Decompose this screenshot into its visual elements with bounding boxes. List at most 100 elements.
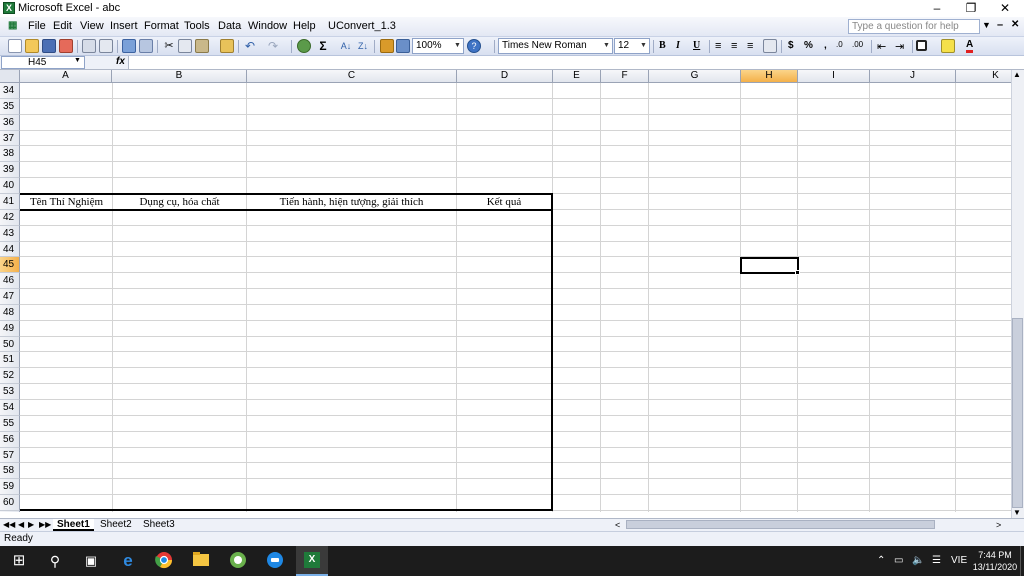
column-header-f[interactable]: F <box>601 70 649 83</box>
row-header[interactable]: 45 <box>0 257 20 273</box>
row-header[interactable]: 59 <box>0 479 20 495</box>
row-header[interactable]: 55 <box>0 416 20 432</box>
comma-button[interactable]: , <box>824 40 827 51</box>
menu-window[interactable]: Window <box>246 20 289 32</box>
fill-color-icon[interactable] <box>941 39 955 53</box>
row-header[interactable]: 61 <box>0 511 20 512</box>
row-header[interactable]: 57 <box>0 448 20 463</box>
app-green-icon[interactable] <box>227 551 249 571</box>
drawing-icon[interactable] <box>396 39 410 53</box>
open-icon[interactable] <box>25 39 39 53</box>
name-box-dropdown-icon[interactable]: ▼ <box>74 57 81 64</box>
row-header[interactable]: 35 <box>0 99 20 115</box>
close-button[interactable]: ✕ <box>988 0 1022 17</box>
row-header[interactable]: 34 <box>0 83 20 99</box>
horizontal-scroll-thumb[interactable] <box>626 520 935 529</box>
windows-start-icon[interactable]: ⊞ <box>8 551 30 571</box>
menu-uconvert[interactable]: UConvert_1.3 <box>326 20 398 32</box>
zalo-icon[interactable] <box>264 551 286 571</box>
workbook-minimize-button[interactable]: – <box>997 19 1003 31</box>
copy-icon[interactable] <box>178 39 192 53</box>
search-icon[interactable]: ⚲ <box>44 551 66 571</box>
row-header[interactable]: 46 <box>0 273 20 289</box>
help-icon[interactable]: ? <box>467 39 481 53</box>
borders-icon[interactable] <box>916 40 927 51</box>
underline-button[interactable]: U <box>693 40 700 51</box>
row-header[interactable]: 51 <box>0 352 20 368</box>
menu-data[interactable]: Data <box>216 20 243 32</box>
column-header-j[interactable]: J <box>870 70 956 83</box>
excel-taskbar-button[interactable]: X <box>296 546 328 576</box>
scroll-down-icon[interactable]: ▼ <box>1013 508 1021 517</box>
column-header-k[interactable]: K <box>956 70 1011 83</box>
function-icon[interactable]: fx <box>116 56 125 67</box>
cut-icon[interactable]: ✂ <box>162 39 176 53</box>
file-explorer-icon[interactable] <box>190 551 212 571</box>
cell-d41[interactable]: Kết quả <box>457 195 551 210</box>
chrome-icon[interactable] <box>153 551 175 571</box>
column-header-g[interactable]: G <box>649 70 741 83</box>
workbook-icon[interactable]: ▦ <box>6 20 19 31</box>
row-header[interactable]: 36 <box>0 115 20 131</box>
name-box[interactable]: H45 <box>1 56 85 69</box>
tab-sheet3[interactable]: Sheet3 <box>139 519 179 531</box>
menu-edit[interactable]: Edit <box>51 20 74 32</box>
row-header[interactable]: 50 <box>0 337 20 352</box>
autosum-icon[interactable]: Σ <box>316 39 330 53</box>
column-header-a[interactable]: A <box>20 70 112 83</box>
first-sheet-icon[interactable]: ◀◀ <box>3 519 15 531</box>
scroll-up-icon[interactable]: ▲ <box>1013 70 1021 79</box>
row-header[interactable]: 38 <box>0 146 20 162</box>
tab-sheet1[interactable]: Sheet1 <box>53 519 94 531</box>
font-name-select[interactable]: Times New Roman ▼ <box>498 38 613 54</box>
format-painter-icon[interactable] <box>220 39 234 53</box>
scroll-right-icon[interactable]: > <box>996 519 1001 531</box>
zoom-select[interactable]: 100% ▼ <box>412 38 464 54</box>
row-header[interactable]: 54 <box>0 400 20 416</box>
scroll-left-icon[interactable]: < <box>615 519 620 531</box>
row-header[interactable]: 60 <box>0 495 20 511</box>
row-header[interactable]: 56 <box>0 432 20 448</box>
align-right-icon[interactable]: ≡ <box>747 40 753 52</box>
row-header[interactable]: 44 <box>0 242 20 257</box>
cell-a41[interactable]: Tên Thí Nghiệm <box>21 195 112 210</box>
workbook-close-button[interactable]: ✕ <box>1011 19 1019 30</box>
formula-input[interactable] <box>128 56 1024 69</box>
active-cell-h45[interactable] <box>740 257 800 275</box>
row-header[interactable]: 40 <box>0 178 20 194</box>
row-header[interactable]: 52 <box>0 368 20 384</box>
tab-sheet2[interactable]: Sheet2 <box>96 519 136 531</box>
undo-icon[interactable]: ↶ <box>243 39 257 53</box>
column-header-h[interactable]: H <box>741 70 798 83</box>
select-all-button[interactable] <box>0 70 20 83</box>
excel-icon[interactable]: X <box>3 2 15 14</box>
help-search-input[interactable]: Type a question for help <box>848 19 980 34</box>
row-header[interactable]: 47 <box>0 289 20 305</box>
font-color-icon[interactable]: A <box>966 40 974 53</box>
paste-icon[interactable] <box>195 39 209 53</box>
task-view-icon[interactable]: ▣ <box>80 551 102 571</box>
align-center-icon[interactable]: ≡ <box>731 40 737 52</box>
research-icon[interactable] <box>139 39 153 53</box>
align-left-icon[interactable]: ≡ <box>715 40 721 52</box>
minimize-button[interactable]: – <box>920 0 954 17</box>
sort-ascending-icon[interactable]: A↓ <box>339 39 353 53</box>
help-dropdown-icon[interactable]: ▼ <box>982 20 991 30</box>
redo-icon[interactable]: ↷ <box>266 39 280 53</box>
next-sheet-icon[interactable]: ▶ <box>28 519 34 531</box>
row-header[interactable]: 58 <box>0 463 20 479</box>
restore-button[interactable]: ❐ <box>954 0 988 17</box>
print-icon[interactable] <box>82 39 96 53</box>
vertical-scroll-thumb[interactable] <box>1012 318 1023 508</box>
cell-c41[interactable]: Tiến hành, hiện tượng, giải thích <box>247 195 456 210</box>
row-header[interactable]: 41 <box>0 194 20 210</box>
show-desktop-button[interactable] <box>1020 546 1024 576</box>
column-header-c[interactable]: C <box>247 70 457 83</box>
decrease-indent-icon[interactable]: ⇤ <box>877 40 886 53</box>
prev-sheet-icon[interactable]: ◀ <box>18 519 24 531</box>
menu-file[interactable]: File <box>26 20 48 32</box>
font-size-select[interactable]: 12 ▼ <box>614 38 650 54</box>
row-header[interactable]: 48 <box>0 305 20 321</box>
currency-button[interactable]: $ <box>788 40 794 51</box>
print-preview-icon[interactable] <box>99 39 113 53</box>
